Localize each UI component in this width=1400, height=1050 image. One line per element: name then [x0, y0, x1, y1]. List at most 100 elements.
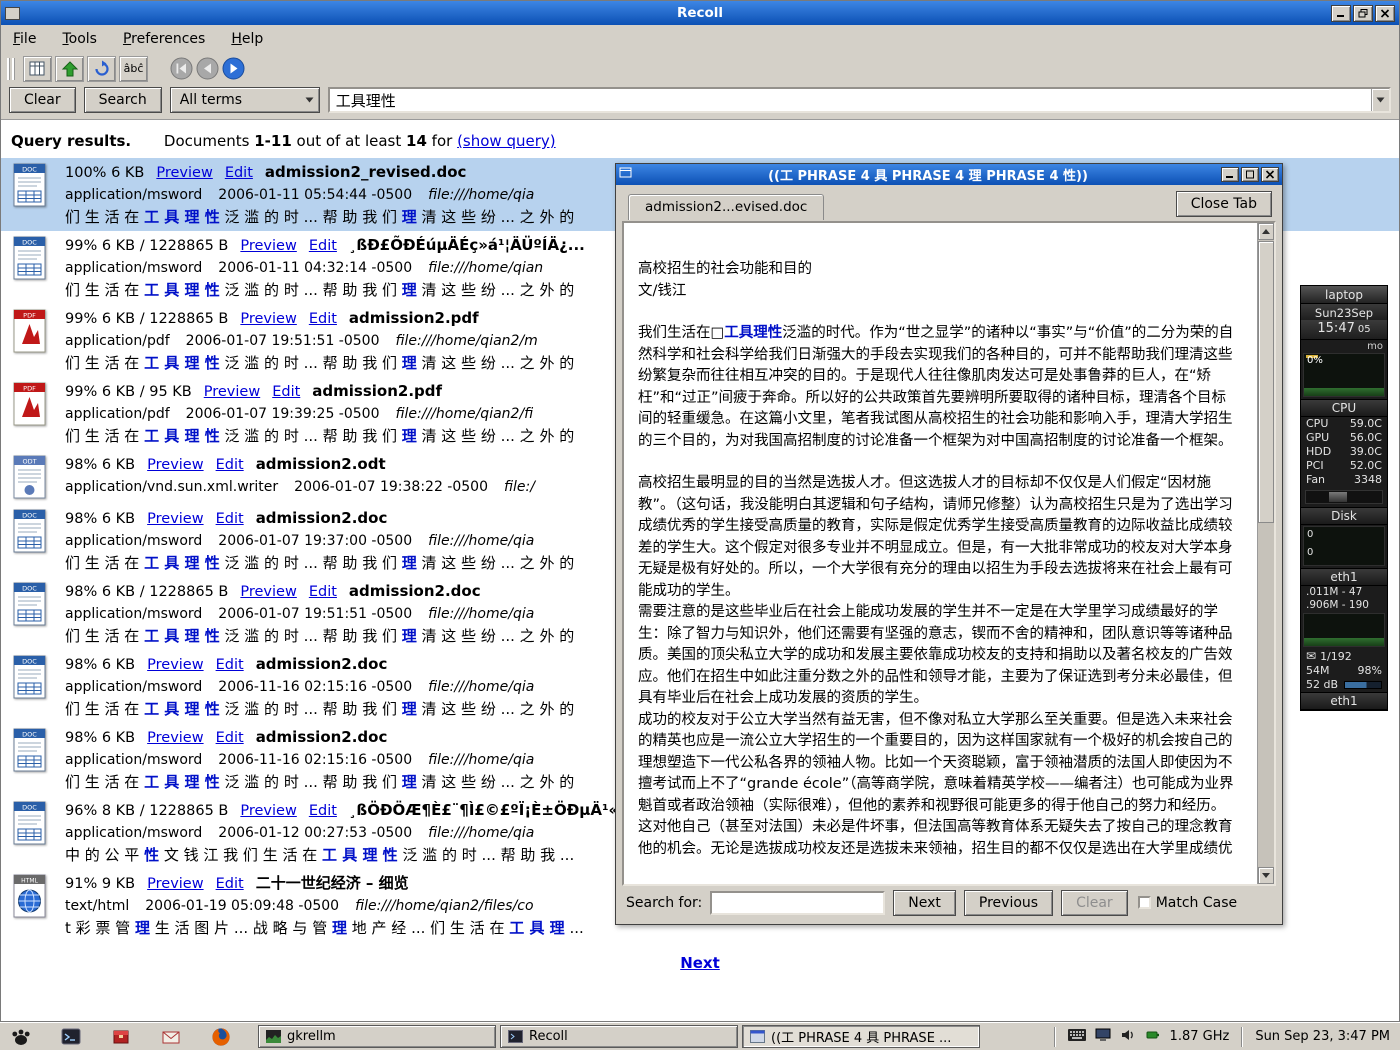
- preview-link[interactable]: Preview: [240, 584, 296, 600]
- gkrellm-slider[interactable]: [1305, 490, 1383, 504]
- preview-link[interactable]: Preview: [147, 457, 203, 473]
- snippet-text: 泛 滥 的 时 ... 帮 助 我 们: [220, 554, 402, 572]
- snippet-text: 清 这 些 纷 ... 之 外 的: [417, 281, 574, 299]
- menu-file[interactable]: File: [13, 31, 36, 47]
- edit-link[interactable]: Edit: [309, 584, 337, 600]
- minimize-button[interactable]: [1331, 5, 1351, 22]
- preview-link[interactable]: Preview: [147, 876, 203, 892]
- svg-text:HTML: HTML: [21, 878, 38, 885]
- edit-link[interactable]: Edit: [216, 457, 244, 473]
- edit-link[interactable]: Edit: [225, 165, 253, 181]
- edit-link[interactable]: Edit: [272, 384, 300, 400]
- query-history-arrow-icon[interactable]: [1371, 89, 1389, 111]
- taskbar-task-recoll[interactable]: Recoll: [500, 1025, 738, 1048]
- preview-link[interactable]: Preview: [240, 803, 296, 819]
- snippet-text: 泛 滥 的 时 ... 帮 助 我 们: [220, 627, 402, 645]
- preview-link[interactable]: Preview: [156, 165, 212, 181]
- menu-tools[interactable]: Tools: [62, 31, 97, 47]
- find-input[interactable]: [710, 891, 885, 915]
- net-tx-value: .906M - 190: [1306, 599, 1369, 612]
- preview-titlebar[interactable]: ((工 PHRASE 4 具 PHRASE 4 理 PHRASE 4 性)): [616, 164, 1282, 185]
- edit-link[interactable]: Edit: [309, 311, 337, 327]
- mail-icon: ✉: [1306, 649, 1316, 663]
- recoll-titlebar[interactable]: Recoll: [1, 1, 1399, 25]
- search-mode-select[interactable]: All terms: [170, 87, 320, 113]
- taskbar-task-preview[interactable]: ((工 PHRASE 4 具 PHRASE ...: [742, 1025, 980, 1048]
- keyboard-indicator-icon[interactable]: [1068, 1029, 1086, 1045]
- package-launcher-icon[interactable]: [110, 1026, 132, 1048]
- close-button[interactable]: [1375, 5, 1395, 22]
- edit-link[interactable]: Edit: [216, 511, 244, 527]
- paw-menu-icon[interactable]: [10, 1026, 32, 1048]
- preview-maximize-button[interactable]: [1241, 167, 1259, 182]
- previous-results-page-button[interactable]: [196, 57, 219, 80]
- search-query-input[interactable]: [330, 91, 1371, 109]
- first-results-page-button[interactable]: [170, 57, 193, 80]
- edit-link[interactable]: Edit: [216, 730, 244, 746]
- spellcheck-icon: âbĉ: [124, 62, 144, 75]
- gkrellm-sensors: CPU59.0CGPU56.0CHDD39.0CPCI52.0C: [1301, 417, 1387, 473]
- sort-ascending-button[interactable]: [55, 56, 84, 82]
- maximize-button[interactable]: [1353, 5, 1373, 22]
- gkrellm-monitor[interactable]: laptop Sun23Sep 15:4705 mo 0% CPU CPU59.…: [1300, 285, 1388, 711]
- close-tab-button[interactable]: Close Tab: [1176, 191, 1272, 217]
- scrollbar-track[interactable]: [1258, 240, 1274, 867]
- edit-link[interactable]: Edit: [216, 876, 244, 892]
- preview-link[interactable]: Preview: [240, 238, 296, 254]
- next-page-link[interactable]: Next: [680, 954, 720, 972]
- menu-help[interactable]: Help: [231, 31, 263, 47]
- preview-link[interactable]: Preview: [240, 311, 296, 327]
- first-page-button[interactable]: [23, 56, 52, 82]
- preview-paragraph: 需要注意的是这些毕业后在社会上能成功发展的学生并不一定是在大学里学习成绩最好的学…: [638, 602, 1238, 710]
- preview-tab[interactable]: admission2...evised.doc: [628, 194, 824, 220]
- query-input-combo[interactable]: [328, 87, 1391, 113]
- result-date: 2006-01-07 19:39:25 -0500: [186, 406, 380, 422]
- volume-tray-icon[interactable]: [1120, 1028, 1136, 1046]
- cpu-frequency: 1.87 GHz: [1170, 1029, 1230, 1044]
- mail-launcher-icon[interactable]: [160, 1026, 182, 1048]
- taskbar-task-gkrellm[interactable]: gkrellm: [258, 1025, 496, 1048]
- preview-link[interactable]: Preview: [204, 384, 260, 400]
- preview-scrollbar[interactable]: [1257, 223, 1274, 884]
- search-button[interactable]: Search: [84, 87, 162, 113]
- edit-link[interactable]: Edit: [216, 657, 244, 673]
- preview-close-button[interactable]: [1261, 167, 1279, 182]
- firefox-launcher-icon[interactable]: [210, 1026, 232, 1048]
- find-next-button[interactable]: Next: [893, 890, 956, 916]
- preview-link[interactable]: Preview: [147, 730, 203, 746]
- match-case-checkbox[interactable]: [1138, 896, 1151, 909]
- snippet-highlight: 理: [402, 354, 417, 372]
- snippet-text: 们 生 活 在: [65, 281, 144, 299]
- find-previous-button[interactable]: Previous: [964, 890, 1053, 916]
- volume-bar[interactable]: [1344, 681, 1382, 689]
- edit-link[interactable]: Edit: [309, 803, 337, 819]
- snippet-text: 清 这 些 纷 ... 之 外 的: [417, 627, 574, 645]
- refresh-button[interactable]: [87, 56, 116, 82]
- chevron-down-icon[interactable]: [301, 88, 319, 112]
- term-explorer-button[interactable]: âbĉ: [119, 56, 148, 82]
- power-tray-icon[interactable]: [1145, 1028, 1161, 1046]
- edit-link[interactable]: Edit: [309, 238, 337, 254]
- slider-knob[interactable]: [1329, 492, 1347, 502]
- gkrellm-net-label: eth1: [1301, 568, 1387, 586]
- preview-link[interactable]: Preview: [147, 657, 203, 673]
- display-tray-icon[interactable]: [1095, 1028, 1111, 1046]
- next-results-page-button[interactable]: [222, 57, 245, 80]
- preview-link[interactable]: Preview: [147, 511, 203, 527]
- gkrellm-cpu-label: CPU: [1301, 399, 1387, 417]
- terminal-launcher-icon[interactable]: [60, 1026, 82, 1048]
- preview-text-area[interactable]: 高校招生的社会功能和目的文/钱江我们生活在□工具理性泛滥的时代。作为“世之显学”…: [622, 221, 1276, 886]
- scroll-up-button[interactable]: [1258, 223, 1274, 240]
- preview-minimize-button[interactable]: [1221, 167, 1239, 182]
- search-mode-value: All terms: [180, 92, 242, 108]
- result-url: file:/: [504, 479, 535, 495]
- show-query-link[interactable]: (show query): [457, 132, 556, 150]
- result-date: 2006-01-11 05:54:44 -0500: [218, 187, 412, 203]
- find-clear-button[interactable]: Clear: [1061, 890, 1128, 916]
- window-menu-icon[interactable]: [5, 7, 20, 20]
- scrollbar-thumb[interactable]: [1258, 241, 1274, 523]
- toolbar-grip[interactable]: [7, 58, 15, 80]
- clear-button[interactable]: Clear: [9, 87, 76, 113]
- scroll-down-button[interactable]: [1258, 867, 1274, 884]
- menu-preferences[interactable]: Preferences: [123, 31, 205, 47]
